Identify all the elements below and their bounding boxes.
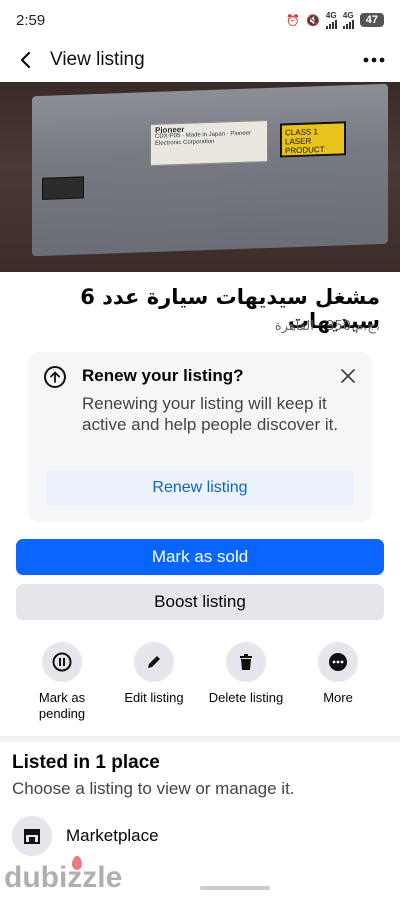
- flame-icon: [72, 856, 82, 870]
- storefront-icon: [12, 816, 52, 856]
- listing-photo[interactable]: Pioneer CDX-P05 · Made in Japan · Pionee…: [0, 82, 400, 272]
- renew-listing-button[interactable]: Renew listing: [46, 470, 354, 506]
- signal-1: 4G: [325, 10, 337, 29]
- alarm-icon: ⏰: [286, 14, 301, 27]
- listed-section-title: Listed in 1 place: [12, 752, 160, 773]
- action-row: Mark as pending Edit listing Delete list…: [0, 642, 400, 726]
- more-icon: [329, 653, 347, 671]
- action-icon-wrap: [42, 642, 82, 682]
- close-icon: [341, 369, 355, 383]
- listed-section-subtitle: Choose a listing to view or manage it.: [12, 779, 295, 798]
- top-nav-bar: View listing: [0, 42, 400, 78]
- laser-sticker: CLASS 1 LASER PRODUCT: [280, 121, 346, 158]
- action-label: Delete listing: [208, 690, 284, 705]
- page-title: View listing: [50, 49, 145, 70]
- status-bar: 2:59 ⏰ 🔇 4G 4G 47: [0, 0, 400, 40]
- action-label: Edit listing: [124, 690, 184, 705]
- mute-icon: 🔇: [306, 14, 320, 27]
- renew-card-title: Renew your listing?: [82, 366, 244, 385]
- delete-listing-action[interactable]: Delete listing: [201, 642, 291, 706]
- boost-listing-button[interactable]: Boost listing: [16, 584, 384, 620]
- arrow-up-glyph: [50, 371, 60, 383]
- marketplace-listing-row[interactable]: Marketplace: [12, 815, 388, 857]
- signal-2: 4G: [342, 10, 354, 29]
- product-label: Pioneer CDX-P05 · Made in Japan · Pionee…: [150, 119, 268, 167]
- arrow-left-icon: [20, 51, 31, 69]
- watermark-text: dubizzle: [4, 861, 123, 894]
- mark-as-pending-action[interactable]: Mark as pending: [17, 642, 107, 722]
- connector: [42, 176, 84, 200]
- renew-card-body: Renewing your listing will keep it activ…: [82, 394, 339, 434]
- more-horizontal-icon: [363, 57, 385, 63]
- action-label: More: [323, 690, 353, 705]
- home-indicator[interactable]: [200, 886, 270, 890]
- section-divider: [0, 736, 400, 742]
- signal-bars-icon: [325, 19, 337, 29]
- status-time: 2:59: [16, 11, 46, 29]
- close-button[interactable]: [338, 366, 358, 386]
- action-label: Mark as pending: [38, 690, 86, 721]
- dubizzle-watermark: dubizzle: [0, 856, 190, 898]
- product-label-text: CDX-P05 · Made in Japan · Pioneer Electr…: [155, 130, 252, 147]
- marketplace-label: Marketplace: [66, 826, 159, 845]
- battery-indicator: 47: [359, 13, 384, 27]
- status-icons: ⏰ 🔇 4G 4G 47: [286, 10, 384, 29]
- trash-icon: [240, 654, 252, 670]
- mark-as-sold-button[interactable]: Mark as sold: [16, 539, 384, 575]
- back-button[interactable]: [14, 48, 38, 72]
- arrow-up-circle-icon: [44, 366, 66, 388]
- more-action[interactable]: More: [293, 642, 383, 706]
- price-location: ج.م.350 · القاهرة،: [274, 319, 380, 334]
- pencil-icon: [148, 656, 160, 668]
- product-image-cd-player: Pioneer CDX-P05 · Made in Japan · Pionee…: [32, 83, 388, 257]
- signal-2-label: 4G: [342, 10, 354, 20]
- renew-listing-card: Renew your listing? Renewing your listin…: [28, 352, 372, 522]
- edit-listing-action[interactable]: Edit listing: [109, 642, 199, 706]
- action-icon-wrap: [226, 642, 266, 682]
- action-icon-wrap: [318, 642, 358, 682]
- pause-icon: [52, 652, 72, 672]
- signal-1-label: 4G: [325, 10, 337, 20]
- more-options-button[interactable]: [362, 48, 386, 72]
- storefront-glyph: [24, 829, 40, 844]
- action-icon-wrap: [134, 642, 174, 682]
- signal-bars-icon: [342, 19, 354, 29]
